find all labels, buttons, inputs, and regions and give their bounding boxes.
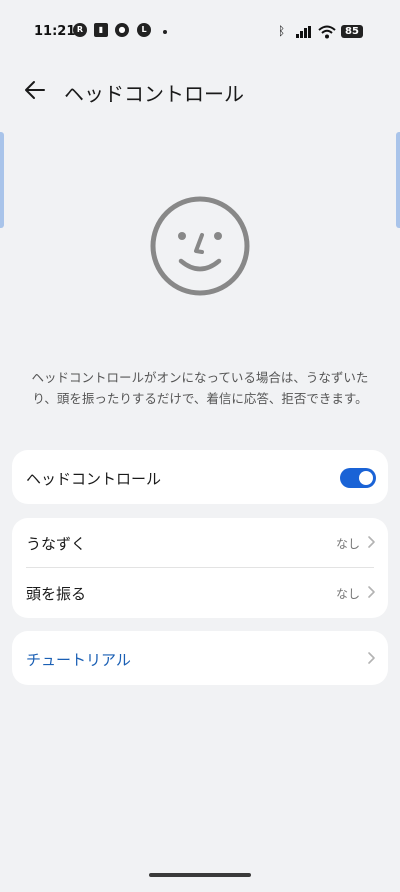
head-control-card: ヘッドコントロール [12, 450, 388, 504]
head-control-label: ヘッドコントロール [26, 470, 162, 488]
tutorial-card: チュートリアル [12, 631, 388, 685]
face-illustration-icon [150, 196, 250, 296]
page-title: ヘッドコントロール [64, 82, 244, 106]
back-arrow-icon[interactable] [22, 76, 50, 104]
shake-label: 頭を振る [26, 585, 87, 603]
app-r-icon: R [73, 23, 87, 37]
gesture-row-nod[interactable]: うなずく なし [12, 518, 388, 568]
signal-icon [296, 26, 311, 38]
nod-label: うなずく [26, 535, 87, 553]
chevron-right-icon [368, 536, 375, 548]
gesture-row-shake[interactable]: 頭を振る なし [12, 568, 388, 618]
toggle-knob [359, 471, 373, 485]
wifi-icon [318, 25, 336, 39]
battery-icon: 85 [341, 25, 363, 38]
head-control-toggle[interactable] [340, 468, 376, 488]
more-notifications-dot [163, 30, 167, 34]
gesture-settings-card: うなずく なし 頭を振る なし [12, 518, 388, 618]
tutorial-row[interactable]: チュートリアル [12, 631, 388, 685]
head-control-row[interactable]: ヘッドコントロール [12, 450, 388, 504]
app-header: ヘッドコントロール [0, 66, 400, 118]
chevron-right-icon [368, 586, 375, 598]
nod-value: なし [335, 537, 360, 551]
left-edge-indicator [0, 132, 4, 228]
tutorial-link[interactable]: チュートリアル [26, 649, 131, 670]
right-edge-indicator [396, 132, 400, 228]
sim-icon: ▮ [94, 23, 108, 37]
status-time: 11:21 [34, 24, 76, 39]
line-icon: L [137, 23, 151, 37]
bluetooth-icon: ᛒ [278, 24, 286, 38]
status-bar: 11:21 R ▮ ● L ᛒ 85 [0, 0, 400, 62]
chevron-right-icon [368, 652, 375, 664]
feature-description: ヘッドコントロールがオンになっている場合は、うなずいたり、頭を振ったりするだけで… [31, 370, 369, 406]
shake-value: なし [335, 587, 360, 601]
home-indicator[interactable] [149, 873, 251, 877]
chat-icon: ● [115, 23, 129, 37]
